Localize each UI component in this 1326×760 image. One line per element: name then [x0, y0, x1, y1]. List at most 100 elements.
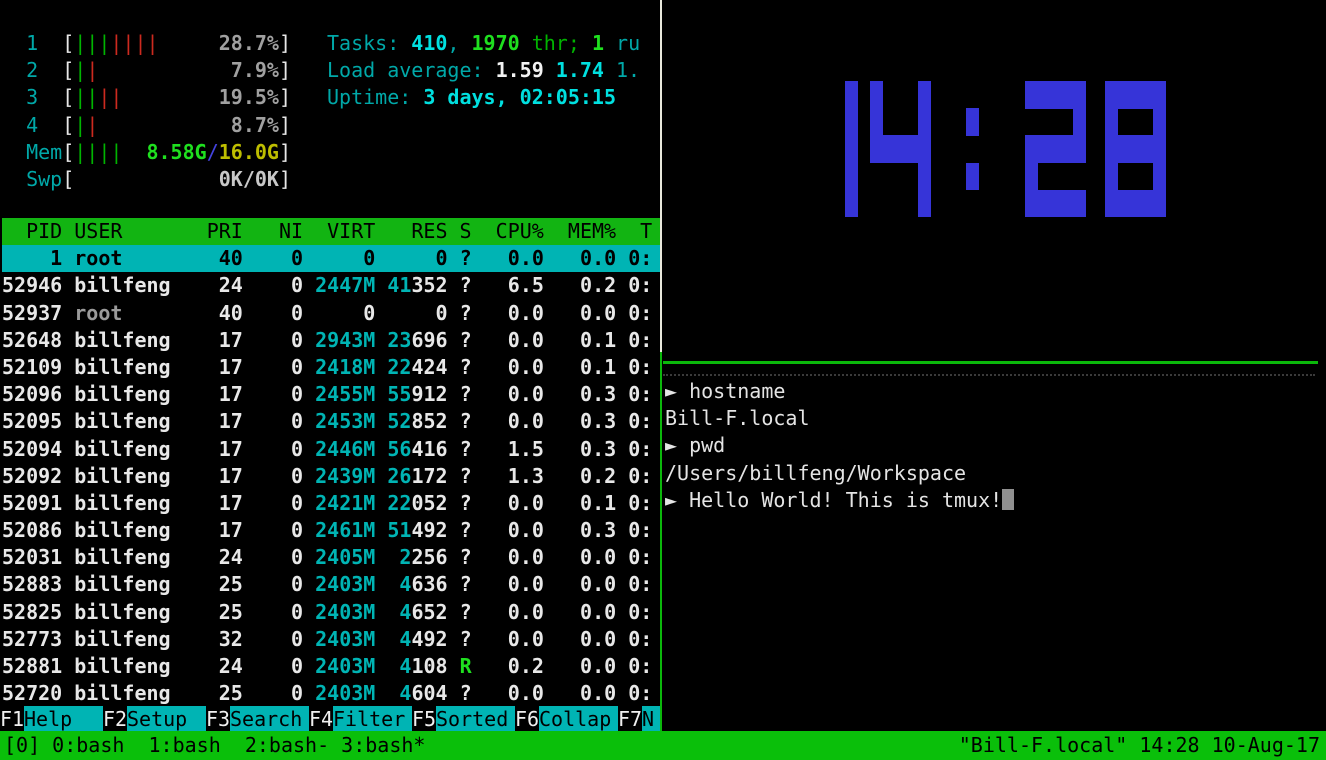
- pri-cell: 32: [195, 627, 243, 651]
- table-header-row[interactable]: PID USER PRI NI VIRT RES S CPU% MEM% T: [2, 218, 660, 245]
- cpu-percent: 8.7%: [231, 113, 279, 137]
- fkey-label[interactable]: Setup: [127, 706, 206, 733]
- res-cell-lo: 696: [411, 328, 447, 352]
- process-row-52648[interactable]: 52648 billfeng 17 0 2943M 23696 ? 0.0 0.…: [2, 327, 660, 354]
- time-cell: 0:: [616, 654, 652, 678]
- fkey-key[interactable]: F1: [0, 706, 24, 733]
- fkey-button-f3[interactable]: F3Search: [206, 706, 309, 733]
- fkey-button-f6[interactable]: F6Collap: [515, 706, 618, 733]
- pri-cell: 24: [195, 273, 243, 297]
- status-window-list[interactable]: [0] 0:bash 1:bash 2:bash- 3:bash*: [4, 731, 425, 760]
- clock-digit-cell: [1061, 190, 1074, 218]
- ni-cell: 0: [243, 572, 303, 596]
- fkey-label[interactable]: Sorted: [436, 706, 515, 733]
- terminal-command-line: ► hostname: [665, 378, 1320, 405]
- clock-digit-cell: [1117, 81, 1130, 109]
- process-row-52092[interactable]: 52092 billfeng 17 0 2439M 26172 ? 1.3 0.…: [2, 463, 660, 490]
- time-cell: 0:: [616, 518, 652, 542]
- process-row-52096[interactable]: 52096 billfeng 17 0 2455M 55912 ? 0.0 0.…: [2, 381, 660, 408]
- clock-digit-cell: [966, 163, 979, 191]
- process-row-52094[interactable]: 52094 billfeng 17 0 2446M 56416 ? 1.5 0.…: [2, 436, 660, 463]
- meter-bar-area: ||8.7%: [74, 112, 279, 139]
- clock-digit-cell: [1025, 135, 1038, 163]
- uptime-label: Uptime:: [327, 85, 423, 109]
- process-row-52946[interactable]: 52946 billfeng 24 0 2447M 41352 ? 6.5 0.…: [2, 272, 660, 299]
- process-row-52937[interactable]: 52937 root 40 0 0 0 ? 0.0 0.0 0:: [2, 300, 660, 327]
- res-cell-lo: 416: [411, 437, 447, 461]
- fkey-button-f1[interactable]: F1Help: [0, 706, 103, 733]
- cpu-cell: 0.0: [472, 491, 544, 515]
- process-row-52881[interactable]: 52881 billfeng 24 0 2403M 4108 R 0.2 0.0…: [2, 653, 660, 680]
- fkey-key[interactable]: F2: [103, 706, 127, 733]
- mem-cell: 0.3: [544, 518, 616, 542]
- ni-cell: 0: [243, 518, 303, 542]
- process-row-52109[interactable]: 52109 billfeng 17 0 2418M 22424 ? 0.0 0.…: [2, 354, 660, 381]
- meter-bars: ||||: [74, 139, 122, 166]
- fkey-button-f5[interactable]: F5Sorted: [412, 706, 515, 733]
- prompt-icon: ►: [665, 488, 689, 512]
- fkey-label[interactable]: Collap: [539, 706, 618, 733]
- res-cell-lo: 492: [411, 518, 447, 542]
- virt-cell: 2421M: [303, 491, 375, 515]
- state-cell: ?: [448, 301, 472, 325]
- pri-cell: 17: [195, 491, 243, 515]
- fkey-key[interactable]: F5: [412, 706, 436, 733]
- fkey-bar: F1HelpF2SetupF3SearchF4FilterF5SortedF6C…: [0, 706, 660, 733]
- ni-cell: 0: [243, 382, 303, 406]
- fkey-key[interactable]: F4: [309, 706, 333, 733]
- pane-border-vertical[interactable]: [660, 0, 662, 352]
- pri-cell: 25: [195, 681, 243, 705]
- pri-cell: 24: [195, 654, 243, 678]
- meter-label: 4: [26, 113, 62, 137]
- process-row-52086[interactable]: 52086 billfeng 17 0 2461M 51492 ? 0.0 0.…: [2, 517, 660, 544]
- cpu-percent: 19.5%: [219, 85, 279, 109]
- fkey-button-f4[interactable]: F4Filter: [309, 706, 412, 733]
- mem-cell: 0.0: [544, 572, 616, 596]
- process-row-52031[interactable]: 52031 billfeng 24 0 2405M 2256 ? 0.0 0.0…: [2, 544, 660, 571]
- bash-terminal-pane[interactable]: ► hostnameBill-F.local► pwd/Users/billfe…: [665, 378, 1320, 514]
- mem-cell: 0.3: [544, 409, 616, 433]
- pane-border-vertical-active[interactable]: [660, 352, 662, 731]
- process-row-52825[interactable]: 52825 billfeng 25 0 2403M 4652 ? 0.0 0.0…: [2, 599, 660, 626]
- clock-digit-cell: [845, 190, 858, 218]
- terminal-command-line: ► pwd: [665, 432, 1320, 459]
- process-row-52095[interactable]: 52095 billfeng 17 0 2453M 52852 ? 0.0 0.…: [2, 408, 660, 435]
- pid-cell: 52094: [2, 437, 62, 461]
- fkey-key[interactable]: F3: [206, 706, 230, 733]
- process-row-52091[interactable]: 52091 billfeng 17 0 2421M 22052 ? 0.0 0.…: [2, 490, 660, 517]
- pane-border-horizontal-active[interactable]: [663, 361, 1318, 364]
- clock-digit-cell: [1153, 108, 1166, 136]
- process-row-52773[interactable]: 52773 billfeng 32 0 2403M 4492 ? 0.0 0.0…: [2, 626, 660, 653]
- pri-cell: 17: [195, 355, 243, 379]
- fkey-label[interactable]: Help: [24, 706, 103, 733]
- fkey-button-f7[interactable]: F7N: [618, 706, 660, 733]
- process-row-1[interactable]: 1 root 40 0 0 0 ? 0.0 0.0 0:: [2, 245, 660, 272]
- meter-open-bracket: [: [62, 113, 74, 137]
- pid-cell: 52086: [2, 518, 62, 542]
- tmux-screen: 1 [|||||||28.7%] 2 [||7.9%] 3 [||||19.5%…: [0, 0, 1326, 760]
- meter-label: 2: [26, 58, 62, 82]
- time-cell: 0:: [616, 301, 652, 325]
- fkey-label[interactable]: Filter: [333, 706, 412, 733]
- fkey-button-f2[interactable]: F2Setup: [103, 706, 206, 733]
- clock-digit-cell: [1117, 135, 1130, 163]
- running-count: 1: [592, 31, 604, 55]
- mem-cell: 0.0: [544, 681, 616, 705]
- state-cell: R: [448, 654, 472, 678]
- res-cell-hi: 4: [399, 681, 411, 705]
- pid-cell: 52031: [2, 545, 62, 569]
- clock-digit-cell: [845, 163, 858, 191]
- state-cell: ?: [448, 409, 472, 433]
- pri-cell: 17: [195, 409, 243, 433]
- process-row-52720[interactable]: 52720 billfeng 25 0 2403M 4604 ? 0.0 0.0…: [2, 680, 660, 707]
- fkey-key[interactable]: F6: [515, 706, 539, 733]
- process-row-52883[interactable]: 52883 billfeng 25 0 2403M 4636 ? 0.0 0.0…: [2, 571, 660, 598]
- meter-close-bracket: ]: [279, 31, 291, 55]
- fkey-key[interactable]: F7: [618, 706, 642, 733]
- res-cell-lo: 0: [436, 246, 448, 270]
- mem-cell: 0.0: [544, 654, 616, 678]
- fkey-label[interactable]: N: [642, 706, 660, 733]
- fkey-label[interactable]: Search: [230, 706, 309, 733]
- res-cell-hi: 51: [387, 518, 411, 542]
- cpu-cell: 0.0: [472, 246, 544, 270]
